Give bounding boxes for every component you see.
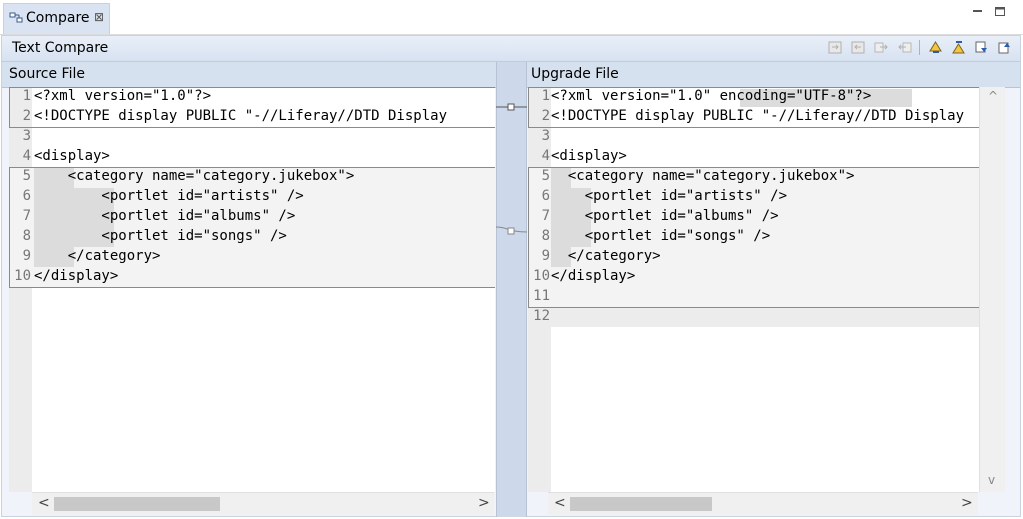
line-number: 3 bbox=[541, 128, 550, 144]
copy-current-right-to-left-icon[interactable] bbox=[897, 40, 912, 55]
line-number: 12 bbox=[533, 308, 550, 324]
line-number: 11 bbox=[533, 288, 550, 304]
line-number: 4 bbox=[541, 148, 550, 164]
line-number: 10 bbox=[14, 268, 31, 284]
code-line: <!DOCTYPE display PUBLIC "-//Liferay//DT… bbox=[34, 108, 448, 124]
minimize-icon[interactable] bbox=[971, 4, 985, 18]
code-line: <portlet id="albums" /> bbox=[551, 208, 779, 224]
line-number: 9 bbox=[22, 248, 31, 264]
code-line: <portlet id="artists" /> bbox=[34, 188, 304, 204]
code-line: </display> bbox=[551, 268, 636, 284]
copy-all-right-to-left-icon[interactable] bbox=[851, 40, 866, 55]
line-number: 7 bbox=[22, 208, 31, 224]
scroll-up-arrow[interactable]: ^ bbox=[988, 89, 998, 103]
upgrade-file-header: Upgrade File bbox=[524, 62, 1020, 88]
copy-current-left-to-right-icon[interactable] bbox=[874, 40, 889, 55]
source-file-editor[interactable]: 1 2 3 4 5 6 7 8 9 10 <?xml version="1.0"… bbox=[9, 87, 495, 492]
code-line: <?xml version="1.0" encoding="UTF-8"?> bbox=[551, 88, 872, 104]
line-number: 6 bbox=[541, 188, 550, 204]
line-number: 1 bbox=[22, 88, 31, 104]
line-number: 6 bbox=[22, 188, 31, 204]
diff-connectors bbox=[496, 103, 527, 235]
code-line: <display> bbox=[551, 148, 627, 164]
line-number: 5 bbox=[541, 168, 550, 184]
scrollbar-thumb[interactable] bbox=[54, 497, 220, 511]
scroll-right-arrow[interactable]: > bbox=[478, 495, 490, 511]
line-number: 4 bbox=[22, 148, 31, 164]
upgrade-file-title: Upgrade File bbox=[531, 66, 619, 82]
text-compare-title: Text Compare bbox=[12, 40, 109, 56]
code-line: <?xml version="1.0"?> bbox=[34, 88, 212, 104]
line-number: 9 bbox=[541, 248, 550, 264]
code-line: </display> bbox=[34, 268, 119, 284]
vertical-scrollbar[interactable]: ^ v bbox=[979, 87, 1005, 492]
line-number: 1 bbox=[541, 88, 550, 104]
scroll-down-arrow[interactable]: v bbox=[988, 473, 995, 487]
line-number: 2 bbox=[541, 108, 550, 124]
code-line: <portlet id="albums" /> bbox=[34, 208, 296, 224]
code-line: <category name="category.jukebox"> bbox=[551, 168, 855, 184]
line-number: 7 bbox=[541, 208, 550, 224]
code-line: <display> bbox=[34, 148, 110, 164]
copy-all-left-to-right-icon[interactable] bbox=[828, 40, 843, 55]
scroll-left-arrow[interactable]: < bbox=[554, 495, 566, 511]
code-line: <portlet id="artists" /> bbox=[551, 188, 788, 204]
line-number: 8 bbox=[541, 228, 550, 244]
source-file-title: Source File bbox=[9, 66, 85, 82]
code-line: <portlet id="songs" /> bbox=[34, 228, 287, 244]
text-compare-toolbar bbox=[2, 36, 1020, 62]
added-line-highlight bbox=[551, 308, 979, 327]
toolbar-separator bbox=[919, 40, 920, 55]
line-number: 5 bbox=[22, 168, 31, 184]
maximize-icon[interactable] bbox=[993, 4, 1007, 18]
line-number: 8 bbox=[22, 228, 31, 244]
upgrade-file-editor[interactable]: 1 2 3 4 5 6 7 8 9 10 11 12 <?xml version… bbox=[528, 87, 979, 492]
line-number: 10 bbox=[533, 268, 550, 284]
next-difference-icon[interactable] bbox=[928, 40, 943, 55]
previous-change-icon[interactable] bbox=[997, 40, 1012, 55]
upgrade-horizontal-scrollbar[interactable]: < > bbox=[548, 492, 978, 515]
code-line: <portlet id="songs" /> bbox=[551, 228, 771, 244]
compare-icon bbox=[9, 12, 23, 23]
next-change-icon[interactable] bbox=[974, 40, 989, 55]
code-line: </category> bbox=[551, 248, 661, 264]
previous-difference-icon[interactable] bbox=[951, 40, 966, 55]
scroll-right-arrow[interactable]: > bbox=[961, 495, 973, 511]
code-line: <category name="category.jukebox"> bbox=[34, 168, 355, 184]
line-number: 2 bbox=[22, 108, 31, 124]
code-line: </category> bbox=[34, 248, 161, 264]
tab-compare[interactable]: Compare ⊠ bbox=[3, 3, 110, 34]
source-file-header: Source File bbox=[2, 62, 496, 88]
scroll-left-arrow[interactable]: < bbox=[38, 495, 50, 511]
tab-label: Compare bbox=[26, 10, 90, 26]
source-horizontal-scrollbar[interactable]: < > bbox=[32, 492, 494, 515]
close-icon[interactable]: ⊠ bbox=[94, 10, 104, 24]
line-number: 3 bbox=[22, 128, 31, 144]
scrollbar-thumb[interactable] bbox=[570, 497, 712, 511]
editor-tab-bar bbox=[0, 0, 1023, 35]
code-line: <!DOCTYPE display PUBLIC "-//Liferay//DT… bbox=[551, 108, 965, 124]
